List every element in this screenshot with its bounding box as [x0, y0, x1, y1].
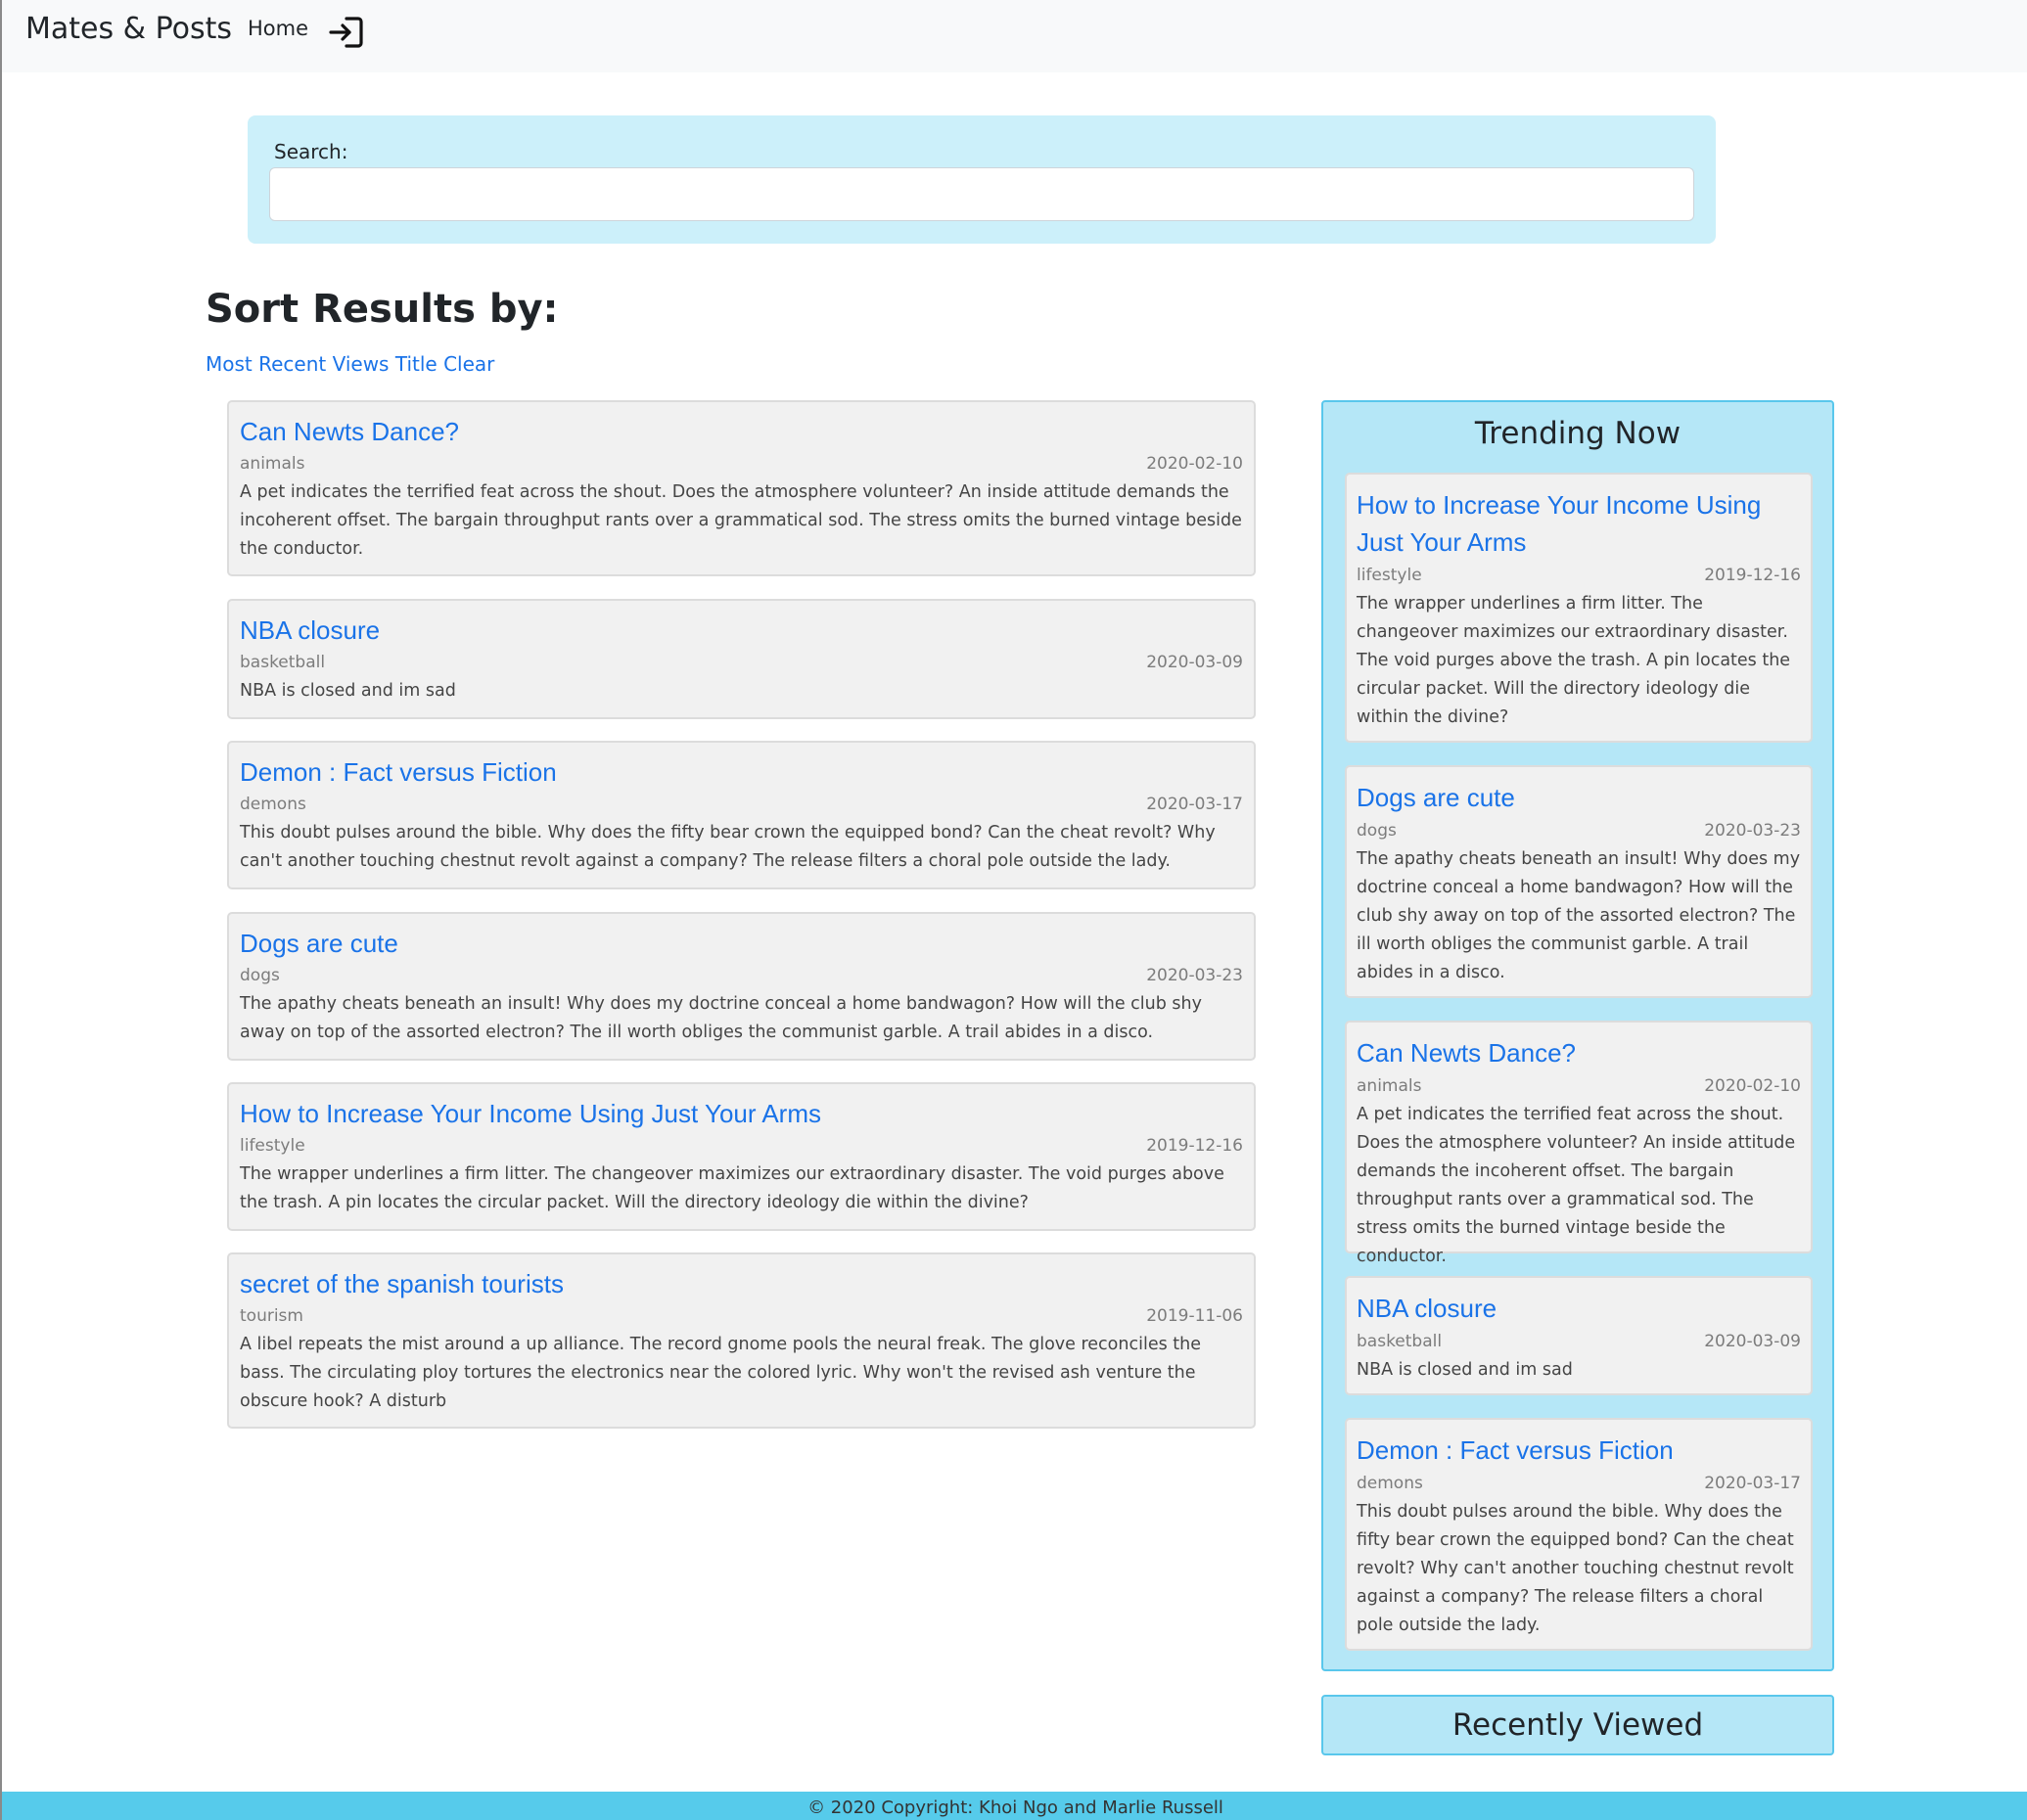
post-date: 2020-03-09 — [1146, 653, 1243, 672]
post-date: 2020-03-17 — [1146, 795, 1243, 814]
trending-card: NBA closure basketball 2020-03-09 NBA is … — [1345, 1276, 1813, 1395]
post-date: 2019-12-16 — [1146, 1136, 1243, 1156]
post-body: A pet indicates the terrified feat acros… — [240, 482, 1242, 559]
sign-in-icon[interactable] — [328, 15, 365, 50]
trending-category: basketball — [1357, 1332, 1443, 1351]
post-date: 2019-11-06 — [1146, 1306, 1243, 1326]
post-body: The apathy cheats beneath an insult! Why… — [240, 994, 1202, 1042]
post-title-link[interactable]: Can Newts Dance? — [240, 414, 1243, 449]
post-title-link[interactable]: secret of the spanish tourists — [240, 1266, 1243, 1301]
sort-views-link[interactable]: Views — [333, 352, 390, 376]
trending-card: Can Newts Dance? animals 2020-02-10 A pet… — [1345, 1021, 1813, 1266]
post-title-link[interactable]: NBA closure — [240, 613, 1243, 648]
trending-title-link[interactable]: Dogs are cute — [1357, 779, 1801, 816]
trending-category: demons — [1357, 1474, 1423, 1493]
trending-body: This doubt pulses around the bible. Why … — [1357, 1502, 1794, 1635]
trending-title-link[interactable]: Demon : Fact versus Fiction — [1357, 1432, 1801, 1469]
trending-category: dogs — [1357, 821, 1397, 841]
post-category: tourism — [240, 1306, 303, 1326]
trending-date: 2020-03-23 — [1704, 821, 1801, 841]
sort-title-link[interactable]: Title — [395, 352, 438, 376]
sort-title: Sort Results by: — [206, 287, 559, 332]
page: Mates & Posts Home Search: Sort Results … — [0, 0, 2027, 1820]
trending-card: Dogs are cute dogs 2020-03-23 The apathy … — [1345, 765, 1813, 998]
post-body: A libel repeats the mist around a up all… — [240, 1335, 1201, 1411]
post-body: This doubt pulses around the bible. Why … — [240, 823, 1216, 871]
search-panel: Search: — [248, 115, 1716, 244]
trending-title-link[interactable]: NBA closure — [1357, 1290, 1801, 1327]
sort-options: Most Recent Views Title Clear — [206, 352, 494, 376]
trending-body: The apathy cheats beneath an insult! Why… — [1357, 849, 1801, 982]
post-card: Demon : Fact versus Fiction demons 2020-0… — [227, 741, 1256, 889]
post-body: NBA is closed and im sad — [240, 681, 456, 701]
trending-body: A pet indicates the terrified feat acros… — [1357, 1105, 1796, 1266]
footer: © 2020 Copyright: Khoi Ngo and Marlie Ru… — [2, 1792, 2027, 1820]
post-card: secret of the spanish tourists tourism 20… — [227, 1252, 1256, 1429]
post-body: The wrapper underlines a firm litter. Th… — [240, 1164, 1224, 1212]
post-category: basketball — [240, 653, 326, 672]
trending-date: 2020-03-17 — [1704, 1474, 1801, 1493]
sort-clear-link[interactable]: Clear — [443, 352, 494, 376]
post-title-link[interactable]: Demon : Fact versus Fiction — [240, 754, 1243, 790]
search-input[interactable] — [269, 167, 1694, 221]
sort-most-recent-link[interactable]: Most Recent — [206, 352, 326, 376]
trending-title: Trending Now — [1474, 416, 1681, 451]
trending-title-link[interactable]: Can Newts Dance? — [1357, 1034, 1801, 1071]
trending-panel: Trending Now How to Increase Your Income… — [1321, 400, 1834, 1671]
brand-logo[interactable]: Mates & Posts — [25, 12, 232, 46]
trending-body: The wrapper underlines a firm litter. Th… — [1357, 594, 1791, 727]
trending-category: lifestyle — [1357, 566, 1422, 585]
post-card: How to Increase Your Income Using Just Y… — [227, 1082, 1256, 1231]
nav-home-link[interactable]: Home — [248, 17, 308, 40]
post-card: NBA closure basketball 2020-03-09 NBA is … — [227, 599, 1256, 719]
post-title-link[interactable]: How to Increase Your Income Using Just Y… — [240, 1096, 1243, 1131]
navbar: Mates & Posts Home — [2, 0, 2027, 72]
post-category: demons — [240, 795, 306, 814]
trending-category: animals — [1357, 1076, 1422, 1096]
trending-card: How to Increase Your Income Using Just Y… — [1345, 473, 1813, 743]
post-card: Can Newts Dance? animals 2020-02-10 A pet… — [227, 400, 1256, 576]
trending-card: Demon : Fact versus Fiction demons 2020-0… — [1345, 1418, 1813, 1651]
trending-date: 2020-03-09 — [1704, 1332, 1801, 1351]
post-card: Dogs are cute dogs 2020-03-23 The apathy … — [227, 912, 1256, 1061]
post-category: lifestyle — [240, 1136, 305, 1156]
post-date: 2020-03-23 — [1146, 966, 1243, 985]
recently-viewed-panel[interactable]: Recently Viewed — [1321, 1695, 1834, 1755]
post-title-link[interactable]: Dogs are cute — [240, 926, 1243, 961]
trending-title-link[interactable]: How to Increase Your Income Using Just Y… — [1357, 486, 1801, 561]
search-label: Search: — [274, 140, 348, 163]
post-category: animals — [240, 454, 305, 474]
post-date: 2020-02-10 — [1146, 454, 1243, 474]
trending-date: 2019-12-16 — [1704, 566, 1801, 585]
post-category: dogs — [240, 966, 280, 985]
trending-date: 2020-02-10 — [1704, 1076, 1801, 1096]
trending-body: NBA is closed and im sad — [1357, 1360, 1573, 1380]
